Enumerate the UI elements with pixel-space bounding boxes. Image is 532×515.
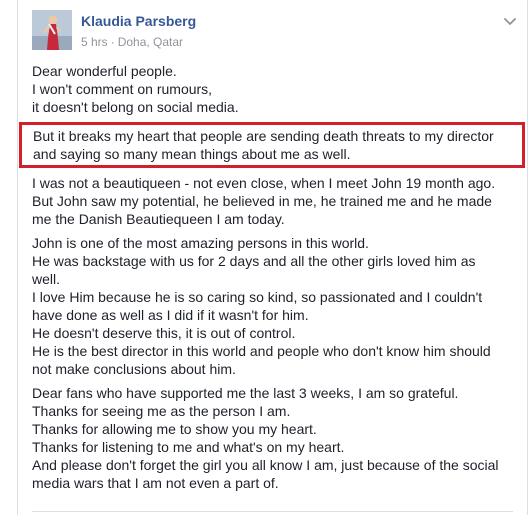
post-paragraph: Dear wonderful people. I won't comment on…	[32, 62, 512, 116]
post-text-line: John is one of the most amazing persons …	[32, 235, 369, 251]
post-body: Dear wonderful people. I won't comment on…	[19, 62, 525, 492]
post-meta: 5 hrs · Doha, Qatar	[81, 35, 183, 49]
post-header: Klaudia Parsberg 5 hrs · Doha, Qatar	[32, 10, 527, 50]
post-text-line: it doesn't belong on social media.	[32, 99, 239, 115]
post-text-line: have done as well as I did if it wasn't …	[32, 307, 309, 323]
post-text-line: He doesn't deserve this, it is out of co…	[32, 325, 296, 341]
post-location[interactable]: Doha, Qatar	[118, 35, 183, 49]
post-timestamp[interactable]: 5 hrs	[81, 35, 108, 49]
post-text-line: He was backstage with us for 2 days and …	[32, 253, 476, 269]
post-text-line: But John saw my potential, he believed i…	[32, 193, 492, 209]
post-text-line: Thanks for listening to me and what's on…	[32, 439, 345, 455]
post-text-line: I won't comment on rumours,	[32, 81, 213, 97]
divider	[32, 511, 513, 512]
post-text-line: me the Danish Beautiequeen I am today.	[32, 211, 285, 227]
avatar[interactable]	[32, 10, 72, 50]
profile-photo-icon	[32, 10, 72, 50]
post-text-line: But it breaks my heart that people are s…	[33, 128, 494, 144]
post-text-line: Thanks for seeing me as the person I am.	[32, 403, 291, 419]
author-name[interactable]: Klaudia Parsberg	[81, 13, 196, 29]
post-text-line: well.	[32, 271, 61, 287]
highlighted-paragraph: But it breaks my heart that people are s…	[19, 122, 525, 168]
post-text-line: I was not a beautiqueen - not even close…	[32, 175, 496, 191]
post-text-line: Dear wonderful people.	[32, 63, 177, 79]
post-paragraph: I was not a beautiqueen - not even close…	[32, 174, 512, 228]
post-paragraph: Dear fans who have supported me the last…	[32, 384, 512, 492]
meta-separator: ·	[110, 35, 115, 49]
post-text-line: not make conclusions about him.	[32, 361, 236, 377]
chevron-down-icon[interactable]	[502, 14, 518, 26]
post-text-line: media wars that I am not even a part of.	[32, 475, 279, 491]
post-paragraph: John is one of the most amazing persons …	[32, 234, 512, 378]
post-text-line: I love Him because he is so caring so ki…	[32, 289, 483, 305]
post-text-line: And please don't forget the girl you all…	[32, 457, 499, 473]
post-text-line: He is the best director in this world an…	[32, 343, 491, 359]
post-text-line: Thanks for allowing me to show you my he…	[32, 421, 317, 437]
post-text-line: Dear fans who have supported me the last…	[32, 385, 459, 401]
facebook-post: Klaudia Parsberg 5 hrs · Doha, Qatar Dea…	[17, 0, 528, 515]
post-text-line: and saying so many mean things about me …	[33, 146, 351, 162]
